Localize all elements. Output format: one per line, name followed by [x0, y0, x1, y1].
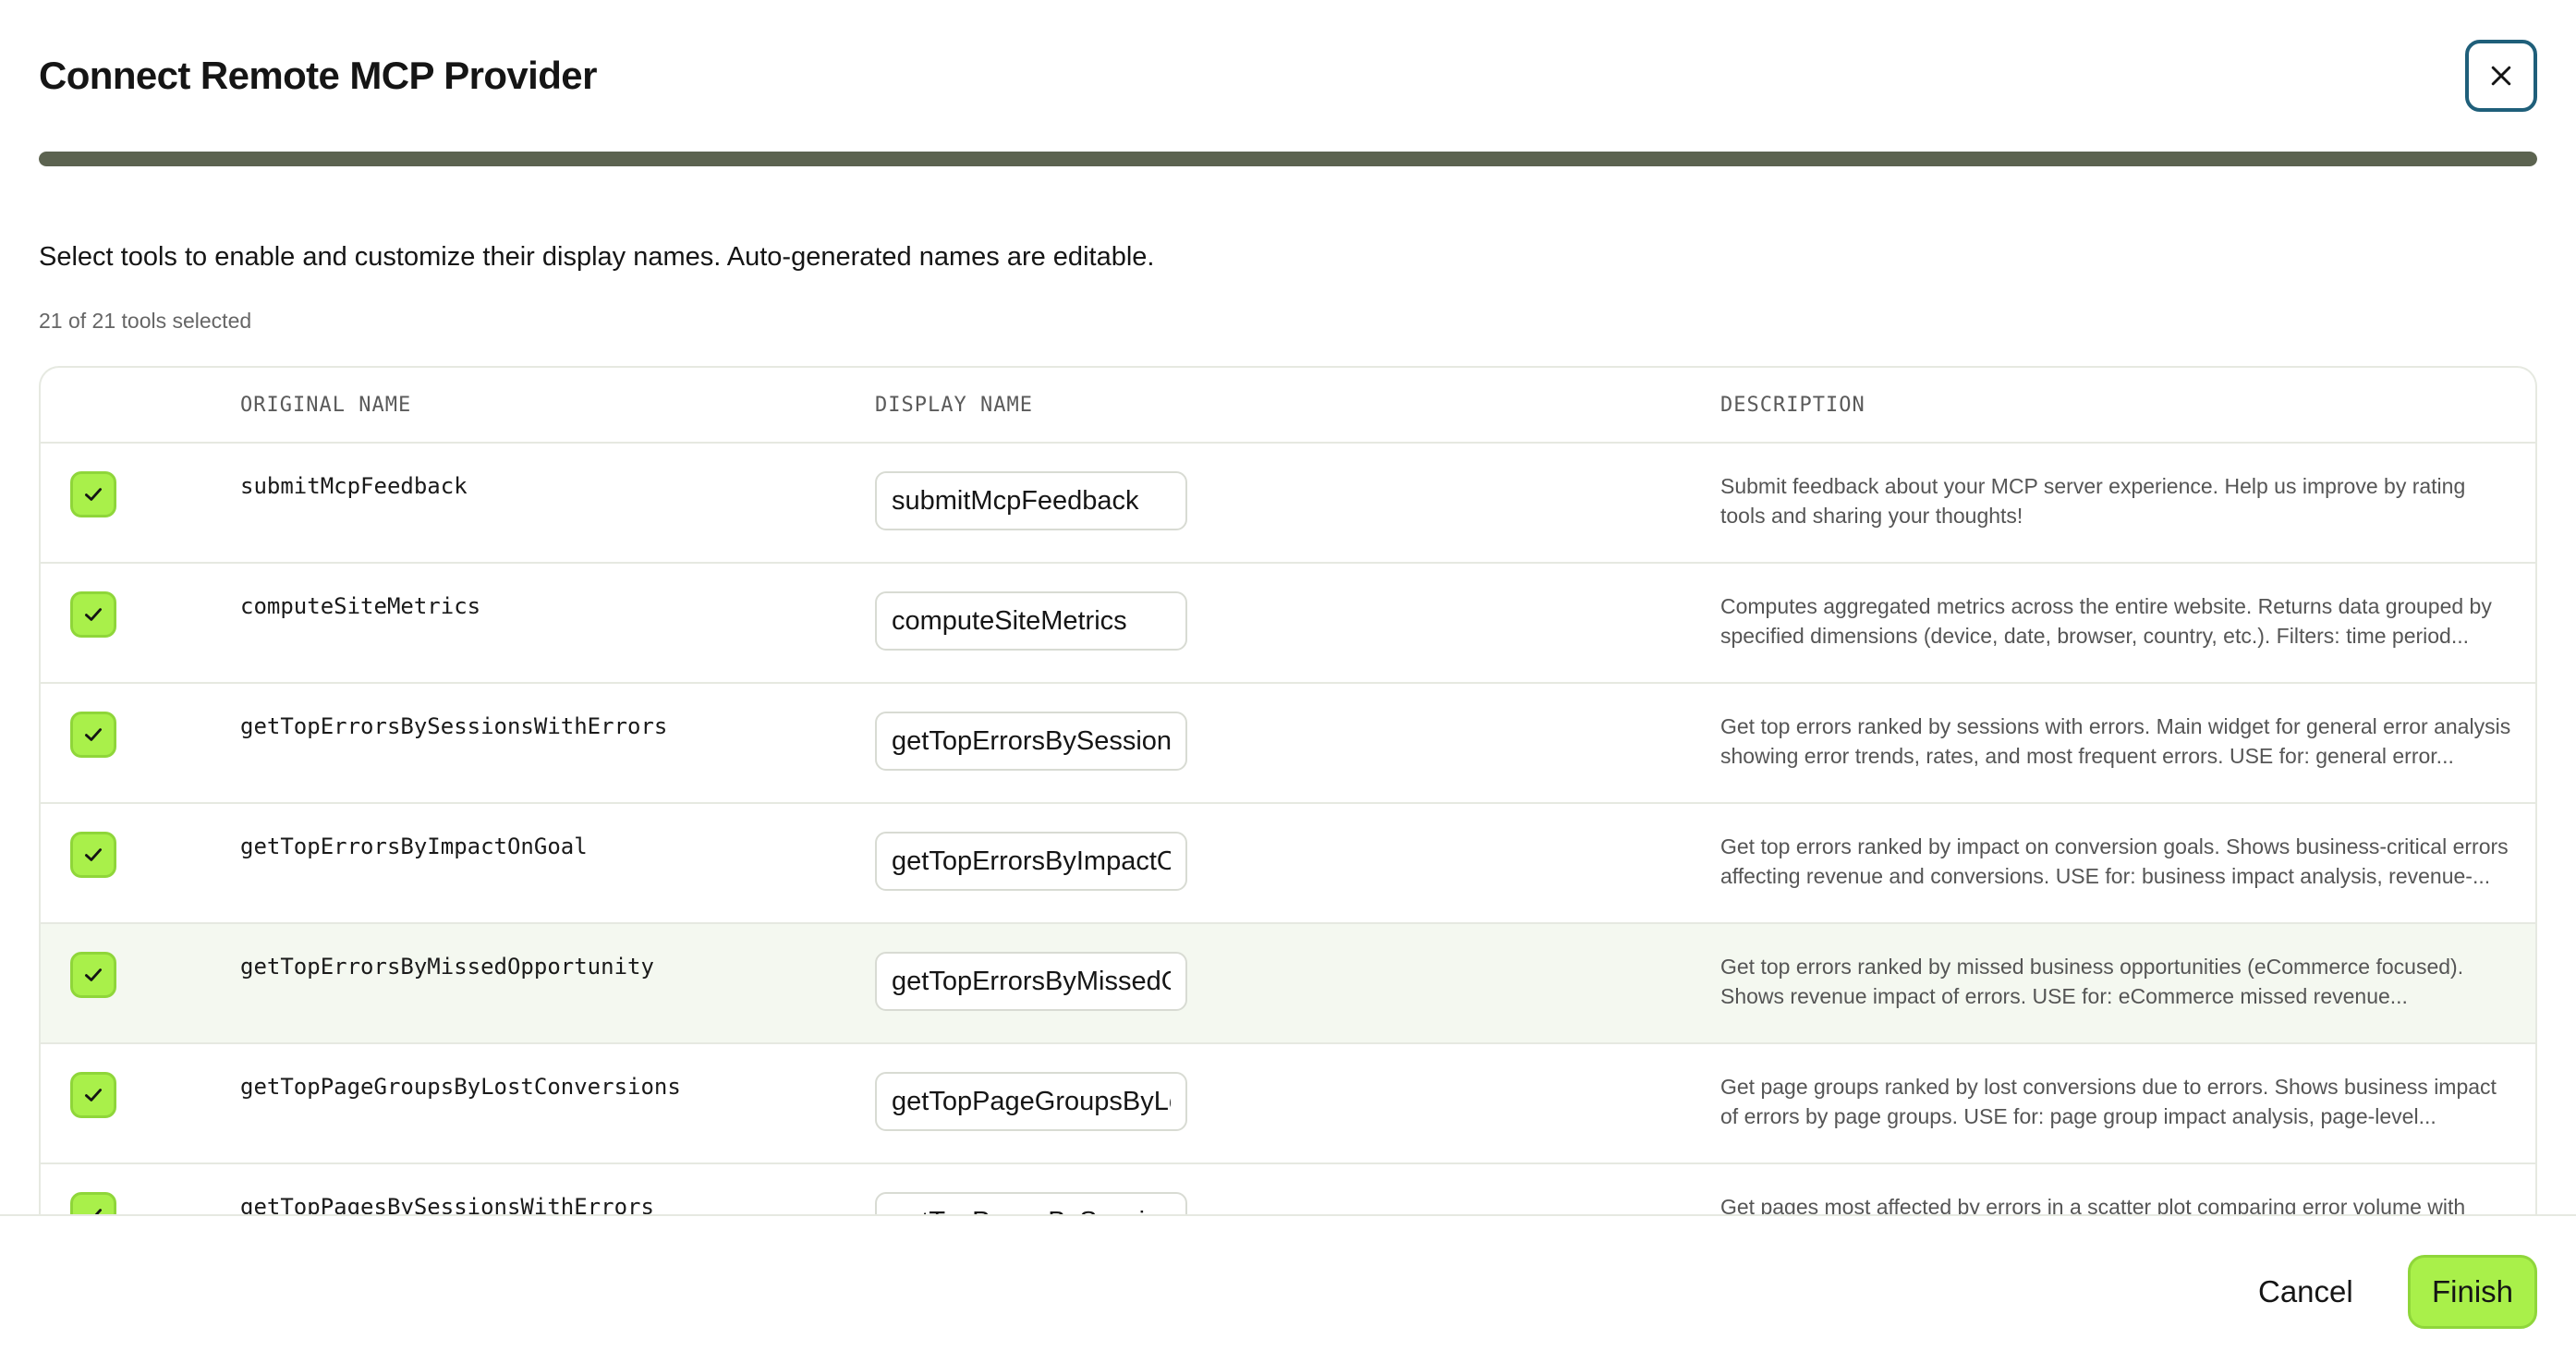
table-row: getTopErrorsByImpactOnGoal Get top errors…	[41, 804, 2535, 924]
display-name-input[interactable]	[875, 952, 1187, 1011]
tools-table: ORIGINAL NAME DISPLAY NAME DESCRIPTION s…	[39, 366, 2537, 1216]
original-name: getTopErrorsByImpactOnGoal	[240, 834, 588, 859]
tool-description: Computes aggregated metrics across the e…	[1720, 594, 2492, 648]
tool-checkbox[interactable]	[70, 832, 116, 878]
tool-description: Get top errors ranked by missed business…	[1720, 955, 2464, 1008]
progress-bar	[39, 152, 2537, 166]
cancel-button[interactable]: Cancel	[2236, 1255, 2376, 1329]
display-name-input[interactable]	[875, 832, 1187, 891]
tool-description: Submit feedback about your MCP server ex…	[1720, 474, 2466, 528]
tool-checkbox[interactable]	[70, 1072, 116, 1118]
original-name: getTopErrorsByMissedOpportunity	[240, 954, 654, 980]
dialog-title: Connect Remote MCP Provider	[39, 54, 597, 97]
table-row: submitMcpFeedback Submit feedback about y…	[41, 444, 2535, 564]
original-name: getTopPageGroupsByLostConversions	[240, 1074, 681, 1100]
table-row: getTopPageGroupsByLostConversions Get pag…	[41, 1044, 2535, 1164]
dialog-header: Connect Remote MCP Provider	[39, 31, 2537, 120]
tool-checkbox[interactable]	[70, 471, 116, 517]
selected-count: 21 of 21 tools selected	[39, 309, 252, 333]
original-name: submitMcpFeedback	[240, 473, 468, 499]
tool-checkbox[interactable]	[70, 1192, 116, 1216]
close-button[interactable]	[2465, 40, 2537, 112]
intro-text: Select tools to enable and customize the…	[39, 242, 1155, 272]
table-header: ORIGINAL NAME DISPLAY NAME DESCRIPTION	[41, 368, 2535, 444]
check-icon	[85, 1089, 102, 1101]
header-description: DESCRIPTION	[1720, 394, 1865, 417]
close-icon	[2491, 66, 2511, 86]
original-name: computeSiteMetrics	[240, 593, 481, 619]
display-name-input[interactable]	[875, 1192, 1187, 1216]
tool-description: Get top errors ranked by sessions with e…	[1720, 714, 2511, 768]
check-icon	[85, 608, 102, 621]
display-name-input[interactable]	[875, 471, 1187, 530]
table-row: getTopErrorsBySessionsWithErrors Get top …	[41, 684, 2535, 804]
header-display-name: DISPLAY NAME	[875, 394, 1033, 417]
tool-description: Get pages most affected by errors in a s…	[1720, 1195, 2466, 1216]
check-icon	[85, 728, 102, 741]
check-icon	[85, 848, 102, 861]
connect-mcp-dialog: Connect Remote MCP Provider Select tools…	[0, 0, 2576, 1351]
check-icon	[85, 968, 102, 981]
dialog-footer: Cancel Finish	[0, 1214, 2576, 1351]
finish-button[interactable]: Finish	[2408, 1255, 2537, 1329]
tool-checkbox[interactable]	[70, 591, 116, 638]
progress-fill	[39, 152, 2537, 166]
tool-checkbox[interactable]	[70, 712, 116, 758]
table-row: getTopErrorsByMissedOpportunity Get top e…	[41, 924, 2535, 1044]
tool-description: Get top errors ranked by impact on conve…	[1720, 834, 2509, 888]
table-row: computeSiteMetrics Computes aggregated me…	[41, 564, 2535, 684]
display-name-input[interactable]	[875, 1072, 1187, 1131]
display-name-input[interactable]	[875, 712, 1187, 771]
original-name: getTopPagesBySessionsWithErrors	[240, 1194, 654, 1216]
table-row: getTopPagesBySessionsWithErrors Get pages…	[41, 1164, 2535, 1216]
display-name-input[interactable]	[875, 591, 1187, 651]
tool-checkbox[interactable]	[70, 952, 116, 998]
check-icon	[85, 488, 102, 501]
table-body: submitMcpFeedback Submit feedback about y…	[41, 444, 2535, 1216]
tool-description: Get page groups ranked by lost conversio…	[1720, 1075, 2497, 1128]
original-name: getTopErrorsBySessionsWithErrors	[240, 713, 668, 739]
header-original-name: ORIGINAL NAME	[240, 394, 412, 417]
